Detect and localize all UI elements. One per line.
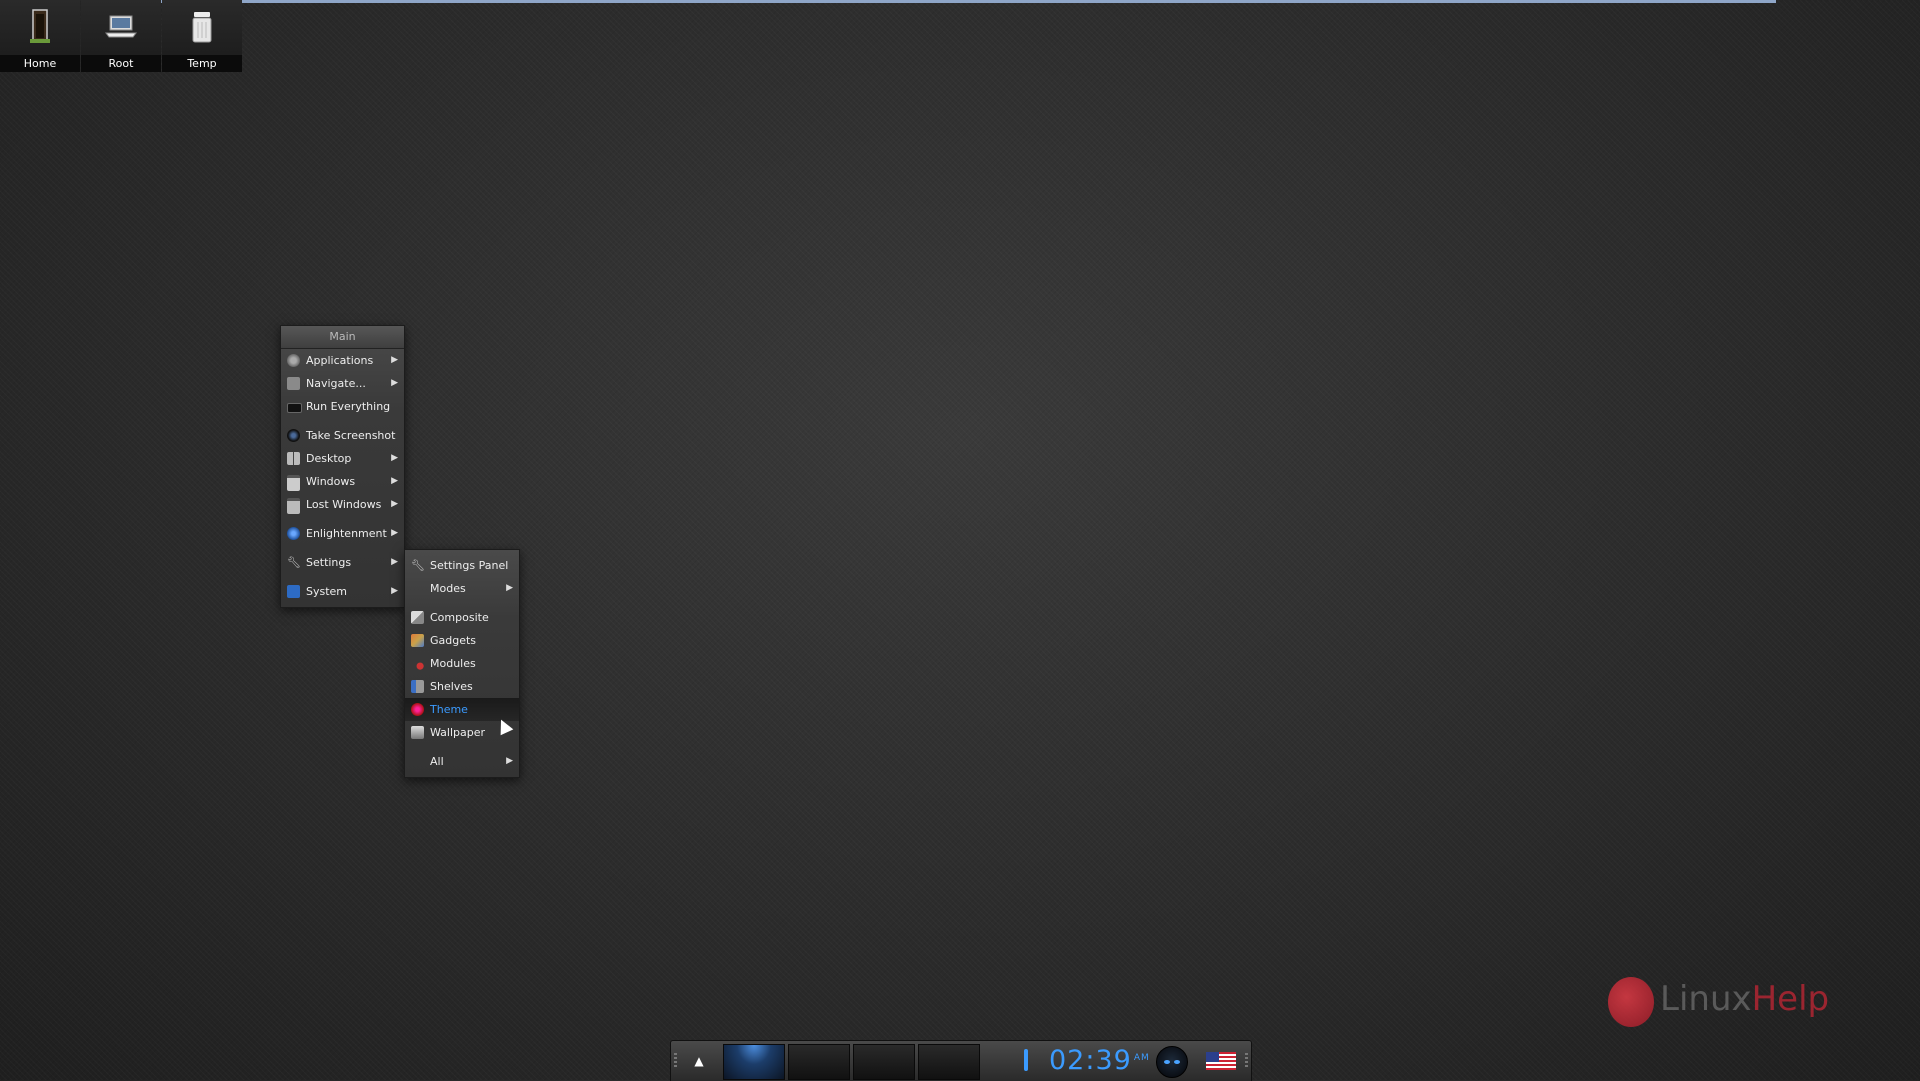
menu-item-modules[interactable]: Modules <box>405 652 519 675</box>
clock-ampm: AM <box>1133 1053 1150 1063</box>
pager-desktop-3[interactable] <box>853 1044 915 1080</box>
menu-item-theme[interactable]: Theme <box>405 698 519 721</box>
menu-separator <box>281 603 404 607</box>
bin-icon <box>192 12 212 43</box>
shelf-grip-right[interactable] <box>1245 1053 1248 1069</box>
menu-item-composite[interactable]: Composite <box>405 606 519 629</box>
menu-item-settings[interactable]: 🔧︎ Settings ▶ <box>281 551 404 574</box>
wallpaper-icon <box>411 726 424 739</box>
enlightenment-icon <box>287 527 300 540</box>
clock[interactable]: 02:39 AM <box>1049 1045 1150 1076</box>
desktop-icon-root[interactable]: Root <box>81 0 161 72</box>
menu-item-take-screenshot[interactable]: Take Screenshot <box>281 424 404 447</box>
menu-item-all[interactable]: All ▶ <box>405 750 519 773</box>
menu-item-gadgets[interactable]: Gadgets <box>405 629 519 652</box>
wrench-icon: 🔧︎ <box>411 559 425 572</box>
laptop-icon <box>105 15 137 38</box>
desktop-pager <box>723 1044 983 1080</box>
clock-time: 02:39 <box>1049 1045 1132 1076</box>
pager-desktop-1[interactable] <box>723 1044 785 1080</box>
us-flag-icon[interactable] <box>1206 1052 1236 1070</box>
chevron-right-icon: ▶ <box>391 586 398 596</box>
settings-submenu: 🔧︎ Settings Panel Modes ▶ Composite Gadg… <box>404 549 520 778</box>
watermark-text: LinuxHelp <box>1660 979 1830 1019</box>
chevron-right-icon: ▶ <box>391 476 398 486</box>
menu-item-enlightenment[interactable]: Enlightenment ▶ <box>281 522 404 545</box>
folder-icon <box>287 377 300 390</box>
menu-item-shelves[interactable]: Shelves <box>405 675 519 698</box>
composite-icon <box>411 611 424 624</box>
door-icon <box>30 9 50 43</box>
chevron-up-icon: ▲ <box>694 1054 704 1068</box>
modules-icon <box>411 657 424 670</box>
menu-item-applications[interactable]: Applications ▶ <box>281 349 404 372</box>
camera-icon <box>287 429 300 442</box>
mixer-orb-icon[interactable] <box>1156 1046 1188 1078</box>
shelf-grip-left[interactable] <box>674 1053 677 1069</box>
menu-item-settings-panel[interactable]: 🔧︎ Settings Panel <box>405 554 519 577</box>
chevron-right-icon: ▶ <box>506 583 513 593</box>
desktop-icon-label: Temp <box>162 55 242 72</box>
temperature-icon[interactable] <box>1024 1049 1028 1071</box>
menu-item-navigate[interactable]: Navigate... ▶ <box>281 372 404 395</box>
menu-item-lost-windows[interactable]: Lost Windows ▶ <box>281 493 404 516</box>
menu-item-modes[interactable]: Modes ▶ <box>405 577 519 600</box>
main-menu: Main Applications ▶ Navigate... ▶ Run Ev… <box>280 325 405 608</box>
chevron-right-icon: ▶ <box>391 528 398 538</box>
chevron-right-icon: ▶ <box>391 355 398 365</box>
wrench-icon: 🔧︎ <box>287 556 301 569</box>
bottom-shelf: ▲ 02:39 AM <box>670 1040 1252 1081</box>
windows-icon <box>287 475 300 491</box>
chevron-right-icon: ▶ <box>506 756 513 766</box>
terminal-icon <box>287 403 302 413</box>
desktop-icon-temp[interactable]: Temp <box>162 0 242 72</box>
chevron-right-icon: ▶ <box>391 499 398 509</box>
shelves-icon <box>411 680 424 693</box>
applications-icon <box>287 354 300 367</box>
desktop-icon-label: Home <box>0 55 80 72</box>
desktop-icon <box>287 452 300 465</box>
lost-windows-icon <box>287 498 300 514</box>
gadgets-icon <box>411 634 424 647</box>
linuxhelp-logo-icon <box>1608 977 1654 1027</box>
menu-item-windows[interactable]: Windows ▶ <box>281 470 404 493</box>
chevron-right-icon: ▶ <box>391 378 398 388</box>
chevron-right-icon: ▶ <box>391 557 398 567</box>
top-highlight-line <box>144 0 1776 3</box>
theme-icon <box>411 703 424 716</box>
linuxhelp-watermark: LinuxHelp <box>1608 975 1838 1030</box>
pager-desktop-4[interactable] <box>918 1044 980 1080</box>
menu-item-run-everything[interactable]: Run Everything <box>281 395 404 418</box>
desktop-icon-label: Root <box>81 55 161 72</box>
system-icon <box>287 585 300 598</box>
menu-title: Main <box>281 326 404 349</box>
menu-item-system[interactable]: System ▶ <box>281 580 404 603</box>
shelf-menu-button[interactable]: ▲ <box>689 1051 709 1071</box>
chevron-right-icon: ▶ <box>391 453 398 463</box>
menu-item-desktop[interactable]: Desktop ▶ <box>281 447 404 470</box>
menu-separator <box>405 773 519 777</box>
desktop-icons: Home Root Temp <box>0 0 243 72</box>
desktop-icon-home[interactable]: Home <box>0 0 80 72</box>
pager-desktop-2[interactable] <box>788 1044 850 1080</box>
